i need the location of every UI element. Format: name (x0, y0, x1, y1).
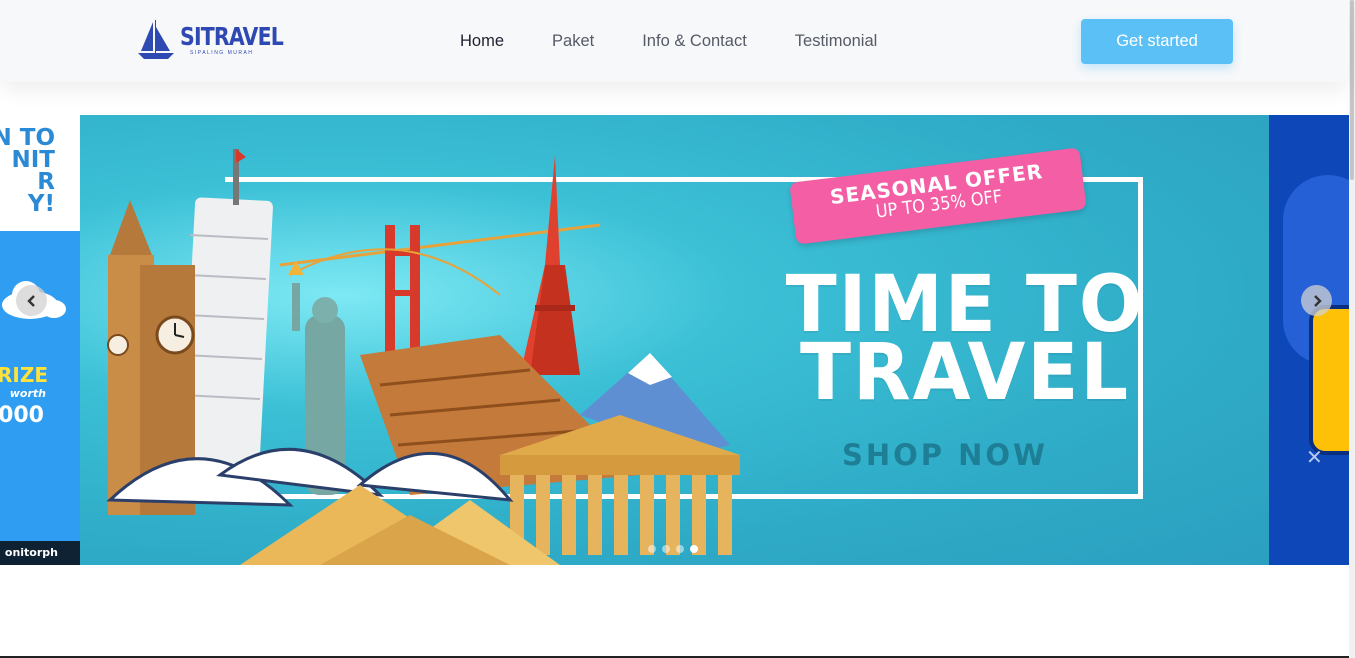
nav-paket[interactable]: Paket (552, 31, 594, 51)
hero-headline-line2: TRAVEL (800, 328, 1130, 418)
nav-home[interactable]: Home (460, 31, 504, 51)
suitcase-icon (1309, 305, 1349, 455)
carousel-prev-button[interactable] (16, 285, 47, 316)
brand-logo[interactable]: SITRAVEL SIPALING MURAH (136, 18, 306, 62)
main-nav: Home Paket Info & Contact Testimonial (460, 31, 925, 51)
scrollbar-thumb[interactable] (1350, 0, 1354, 180)
page-scrollbar[interactable] (1349, 0, 1355, 658)
carousel-next-button[interactable] (1301, 285, 1332, 316)
nav-testimonial[interactable]: Testimonial (795, 31, 878, 51)
navbar: SITRAVEL SIPALING MURAH Home Paket Info … (0, 0, 1349, 82)
carousel-dot[interactable] (648, 545, 656, 553)
prev-slide-amount: 000 (0, 403, 44, 428)
sailboat-icon (138, 20, 174, 59)
shop-now-label[interactable]: SHOP NOW (780, 438, 1110, 472)
carousel-dot[interactable] (662, 545, 670, 553)
prev-slide-footer: onitorph (4, 546, 58, 559)
carousel-dot-active[interactable] (690, 545, 698, 553)
nav-info-contact[interactable]: Info & Contact (642, 31, 747, 51)
hero-carousel: N TO NIT R Y! RIZE worth 000 onitorph SE… (0, 115, 1349, 565)
carousel-slide-active[interactable]: SEASONAL OFFER UP TO 35% OFF TIME TO TRA… (80, 115, 1269, 565)
carousel-slide-next[interactable]: ✕ (1269, 115, 1349, 565)
carousel-indicators (648, 545, 704, 553)
carousel-dot[interactable] (676, 545, 684, 553)
chevron-right-icon (1313, 294, 1322, 307)
prev-slide-headline: N TO NIT R Y! (0, 125, 55, 217)
chevron-left-icon (26, 294, 35, 307)
brand-name: SITRAVEL (180, 22, 284, 51)
carousel-slide-prev[interactable]: N TO NIT R Y! RIZE worth 000 onitorph (0, 115, 80, 565)
sparkle-icon: ✕ (1306, 447, 1323, 469)
prev-slide-prize: RIZE (0, 363, 48, 387)
prev-slide-worth: worth (9, 387, 46, 400)
landmarks-illustration (106, 149, 740, 565)
get-started-button[interactable]: Get started (1081, 19, 1233, 64)
